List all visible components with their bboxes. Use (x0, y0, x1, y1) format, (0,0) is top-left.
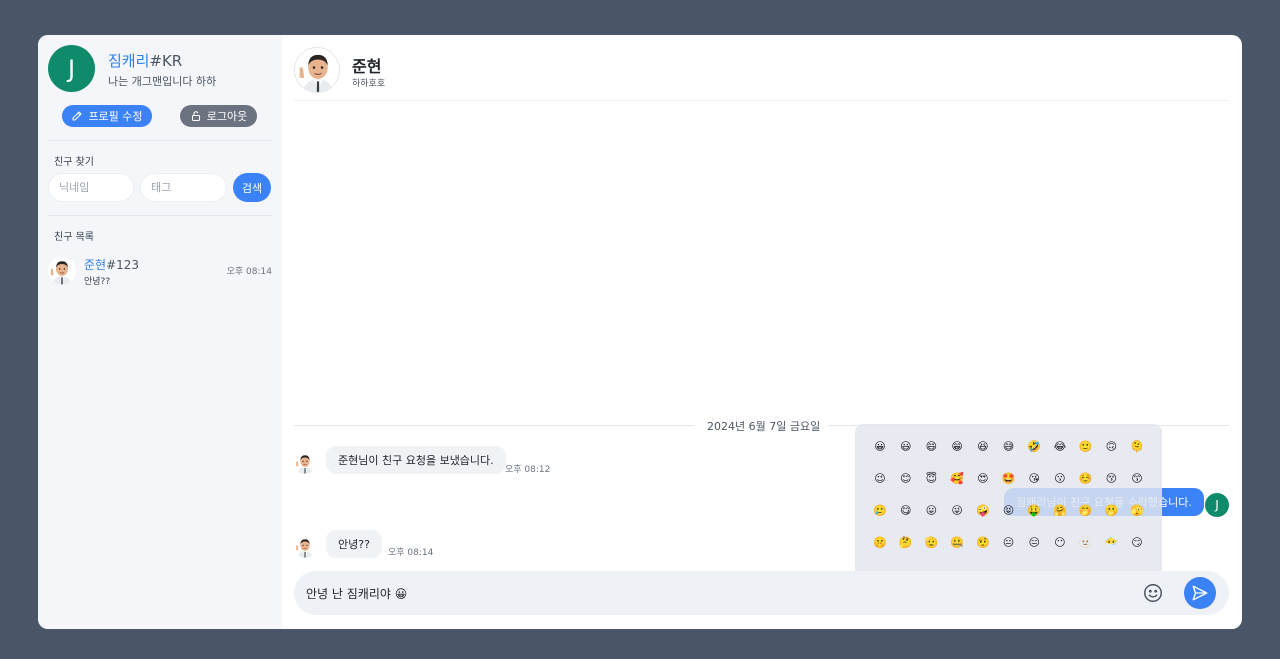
emoji-option[interactable]: 😏 (1127, 532, 1147, 552)
emoji-option[interactable]: 😘 (1024, 468, 1044, 488)
emoji-option[interactable]: 😛 (921, 500, 941, 520)
profile-avatar[interactable]: J (48, 45, 95, 92)
emoji-option[interactable]: 😆 (973, 436, 993, 456)
unlock-icon (191, 111, 200, 121)
emoji-option[interactable]: 🥰 (947, 468, 967, 488)
emoji-option[interactable]: 🤩 (999, 468, 1019, 488)
emoji-option[interactable]: 😍 (973, 468, 993, 488)
emoji-option[interactable]: 😋 (896, 500, 916, 520)
message-time: 오후 08:14 (388, 548, 434, 558)
edit-profile-button[interactable]: 프로필 수정 (62, 105, 152, 127)
emoji-option[interactable]: 🤨 (973, 532, 993, 552)
emoji-option[interactable]: 🫢 (1101, 500, 1121, 520)
friend-list-item[interactable]: 준현#123 안녕?? 오후 08:14 (48, 255, 272, 287)
emoji-option[interactable]: 🫡 (921, 532, 941, 552)
emoji-option[interactable]: 😑 (1024, 532, 1044, 552)
profile-nickname: 짐캐리 (108, 52, 150, 70)
logout-button[interactable]: 로그아웃 (180, 105, 257, 127)
emoji-option[interactable]: 😃 (896, 436, 916, 456)
friend-last-time: 오후 08:14 (226, 267, 272, 277)
emoji-option[interactable]: 🫥 (1076, 532, 1096, 552)
message-input[interactable] (306, 579, 1126, 607)
divider (48, 140, 272, 141)
emoji-option[interactable]: 🙃 (1101, 436, 1121, 456)
profile-status-message: 나는 개그맨입니다 하하 (108, 75, 217, 88)
date-divider-line (294, 425, 694, 426)
friend-nickname: 준현 (84, 258, 107, 272)
emoji-option[interactable]: 😄 (921, 436, 941, 456)
search-button[interactable]: 검색 (233, 173, 271, 202)
emoji-option[interactable]: 🤗 (1050, 500, 1070, 520)
emoji-option[interactable]: 😁 (947, 436, 967, 456)
emoji-option[interactable]: 😐 (999, 532, 1019, 552)
divider (48, 215, 272, 216)
emoji-option[interactable]: 🤐 (947, 532, 967, 552)
emoji-option[interactable]: 😝 (999, 500, 1019, 520)
sidebar: J 짐캐리#KR 나는 개그맨입니다 하하 프로필 수정 로그아웃 친구 찾기 … (38, 35, 282, 629)
friend-last-message: 안녕?? (84, 277, 111, 287)
emoji-option[interactable]: 😂 (1050, 436, 1070, 456)
send-button[interactable] (1184, 577, 1216, 609)
send-icon (1192, 585, 1208, 601)
emoji-option[interactable]: 🫠 (1127, 436, 1147, 456)
chat-panel: 준현 하하호호 2024년 6월 7일 금요일 준현님이 친구 요청을 보냈습니… (282, 35, 1242, 629)
emoji-option[interactable]: 😶 (1050, 532, 1070, 552)
emoji-option[interactable]: 🤭 (1076, 500, 1096, 520)
emoji-option[interactable]: 😗 (1050, 468, 1070, 488)
emoji-option[interactable]: 🤪 (973, 500, 993, 520)
emoji-option[interactable]: ☺️ (1076, 468, 1096, 488)
logout-label: 로그아웃 (206, 110, 248, 123)
edit-profile-label: 프로필 수정 (88, 110, 143, 123)
friend-search-label: 친구 찾기 (54, 157, 94, 168)
profile-tag: #KR (149, 52, 183, 70)
smile-icon[interactable] (1142, 582, 1164, 604)
emoji-option[interactable]: 🤑 (1024, 500, 1044, 520)
emoji-picker: 😀 😃 😄 😁 😆 😅 🤣 😂 🙂 🙃 🫠 😉 😊 😇 🥰 😍 🤩 😘 😗 ☺️ 😚 😙 🥲 😋 😛 😜 🤪 😝 🤑 🤗 🤭 🫢 🫣 🤫 🤔 🫡 🤐 🤨 😐… (855, 424, 1162, 577)
emoji-option[interactable]: 😉 (870, 468, 890, 488)
my-message-avatar: J (1205, 493, 1229, 517)
emoji-option[interactable]: 🤔 (896, 532, 916, 552)
chat-partner-name: 준현 (352, 57, 382, 76)
emoji-option[interactable]: 😇 (921, 468, 941, 488)
emoji-option[interactable]: 😅 (999, 436, 1019, 456)
message-avatar (294, 452, 316, 474)
header-divider (294, 100, 1229, 101)
profile-name: 짐캐리#KR (108, 50, 182, 71)
emoji-option[interactable]: 😙 (1127, 468, 1147, 488)
message-bubble-incoming: 안녕?? (326, 530, 382, 558)
emoji-option[interactable]: 😀 (870, 436, 890, 456)
friend-list-label: 친구 목록 (54, 232, 94, 243)
emoji-option[interactable]: 🙂 (1076, 436, 1096, 456)
message-bubble-incoming: 준현님이 친구 요청을 보냈습니다. (326, 446, 506, 474)
nickname-input[interactable] (48, 173, 134, 202)
tag-input[interactable] (140, 173, 227, 202)
emoji-option[interactable]: 🤣 (1024, 436, 1044, 456)
chat-partner-avatar[interactable] (294, 47, 340, 93)
message-composer (294, 571, 1229, 615)
emoji-option[interactable]: 😚 (1101, 468, 1121, 488)
friend-avatar (48, 257, 76, 285)
pencil-icon (72, 111, 82, 121)
friend-name: 준현#123 (84, 256, 139, 273)
emoji-option[interactable]: 😶‍🌫️ (1101, 532, 1121, 552)
date-separator: 2024년 6월 7일 금요일 (707, 420, 821, 433)
chat-partner-status: 하하호호 (352, 79, 386, 89)
chat-app-window: J 짐캐리#KR 나는 개그맨입니다 하하 프로필 수정 로그아웃 친구 찾기 … (38, 35, 1242, 629)
emoji-option[interactable]: 😜 (947, 500, 967, 520)
emoji-option[interactable]: 🫣 (1127, 500, 1147, 520)
emoji-option[interactable]: 😊 (896, 468, 916, 488)
emoji-option[interactable]: 🤫 (870, 532, 890, 552)
emoji-option[interactable]: 🥲 (870, 500, 890, 520)
message-avatar (294, 536, 316, 558)
friend-tag: #123 (106, 258, 140, 272)
message-time: 오후 08:12 (505, 465, 551, 475)
